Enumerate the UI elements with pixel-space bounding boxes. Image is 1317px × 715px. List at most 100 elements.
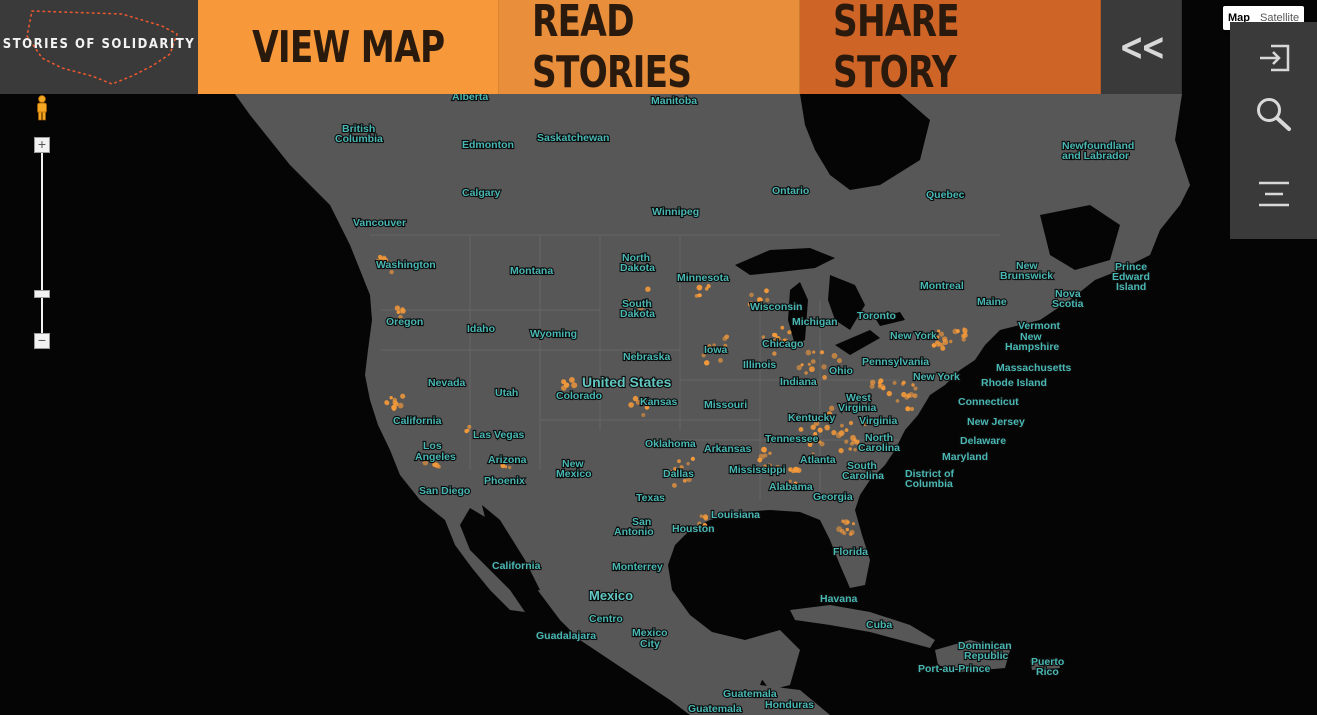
story-marker[interactable] [853,448,857,452]
story-marker[interactable] [937,329,941,333]
story-marker[interactable] [886,390,892,397]
story-marker[interactable] [645,286,651,292]
story-marker[interactable] [961,337,966,342]
story-marker[interactable] [937,342,943,347]
story-marker[interactable] [848,420,854,426]
story-marker[interactable] [911,383,915,387]
story-marker[interactable] [628,402,634,408]
story-marker[interactable] [392,407,396,412]
story-marker[interactable] [722,336,728,342]
story-marker[interactable] [952,328,959,335]
story-marker[interactable] [807,362,811,366]
street-view-pegman-icon[interactable] [34,94,50,122]
story-marker[interactable] [761,446,767,453]
story-marker[interactable] [697,293,702,298]
story-marker[interactable] [818,428,822,432]
story-marker[interactable] [840,423,844,428]
zoom-in-button[interactable]: + [34,137,50,153]
story-marker[interactable] [464,429,469,434]
story-marker[interactable] [837,358,842,364]
menu-button[interactable] [1230,164,1317,224]
story-marker[interactable] [949,339,953,344]
story-marker[interactable] [787,330,792,335]
story-marker[interactable] [812,350,816,354]
story-marker[interactable] [849,529,855,536]
story-marker[interactable] [831,352,838,359]
story-marker[interactable] [841,519,845,523]
story-marker[interactable] [829,405,835,411]
story-marker[interactable] [848,447,852,451]
story-marker[interactable] [844,428,849,432]
story-map[interactable]: Alberta Manitoba British Columbia Edmont… [0,0,1317,715]
story-marker[interactable] [909,406,915,412]
story-marker[interactable] [772,332,777,338]
share-story-button[interactable]: SHARE STORY [800,0,1101,98]
story-marker[interactable] [696,284,703,291]
story-marker[interactable] [704,360,710,366]
story-marker[interactable] [901,391,907,398]
story-marker[interactable] [809,366,815,373]
story-marker[interactable] [798,427,804,432]
story-marker[interactable] [912,393,918,399]
story-marker[interactable] [768,451,772,455]
story-marker[interactable] [389,396,393,400]
story-marker[interactable] [397,402,404,409]
story-marker[interactable] [811,359,816,364]
story-marker[interactable] [788,468,792,472]
story-marker[interactable] [892,380,897,385]
story-marker[interactable] [400,307,405,312]
story-marker[interactable] [822,375,827,380]
story-marker[interactable] [819,350,825,355]
story-marker[interactable] [963,330,968,335]
story-marker[interactable] [881,386,886,391]
story-marker[interactable] [780,325,785,330]
story-marker[interactable] [467,424,472,429]
story-marker[interactable] [839,528,845,534]
story-marker[interactable] [810,424,816,430]
story-marker[interactable] [962,327,966,331]
story-marker[interactable] [437,464,441,469]
story-marker[interactable] [901,380,906,385]
story-marker[interactable] [772,351,777,356]
story-marker[interactable] [384,400,389,405]
zoom-out-button[interactable]: − [34,333,50,349]
story-marker[interactable] [672,483,677,488]
collapse-nav-button[interactable]: << [1101,0,1182,94]
story-marker[interactable] [394,305,401,311]
story-marker[interactable] [905,406,911,412]
story-marker[interactable] [821,364,827,370]
story-marker[interactable] [895,399,900,403]
story-marker[interactable] [571,382,578,389]
story-marker[interactable] [793,466,800,473]
story-marker[interactable] [805,349,812,356]
zoom-slider-track[interactable] [41,153,43,333]
story-marker[interactable] [838,448,844,454]
story-marker[interactable] [831,430,837,436]
story-marker[interactable] [853,438,857,442]
story-marker[interactable] [703,516,709,521]
story-marker[interactable] [796,364,802,371]
story-marker[interactable] [845,527,849,532]
story-marker[interactable] [913,386,918,391]
story-marker[interactable] [699,514,703,518]
story-marker[interactable] [758,453,765,460]
login-button[interactable] [1230,28,1317,88]
story-marker[interactable] [764,288,769,294]
story-marker[interactable] [641,413,646,417]
story-marker[interactable] [804,371,808,375]
story-marker[interactable] [851,522,856,526]
story-marker[interactable] [690,456,696,461]
view-map-button[interactable]: VIEW MAP [198,0,499,94]
map-canvas[interactable]: Alberta Manitoba British Columbia Edmont… [0,0,1317,715]
story-marker[interactable] [561,379,567,385]
story-marker[interactable] [718,358,723,363]
story-marker[interactable] [569,377,575,383]
story-marker[interactable] [870,379,876,386]
story-marker[interactable] [877,385,882,389]
story-marker[interactable] [818,440,822,444]
read-stories-button[interactable]: READ STORIES [499,0,800,98]
story-marker[interactable] [686,462,690,466]
story-marker[interactable] [749,292,754,298]
story-marker[interactable] [508,465,512,470]
story-marker[interactable] [838,430,845,436]
